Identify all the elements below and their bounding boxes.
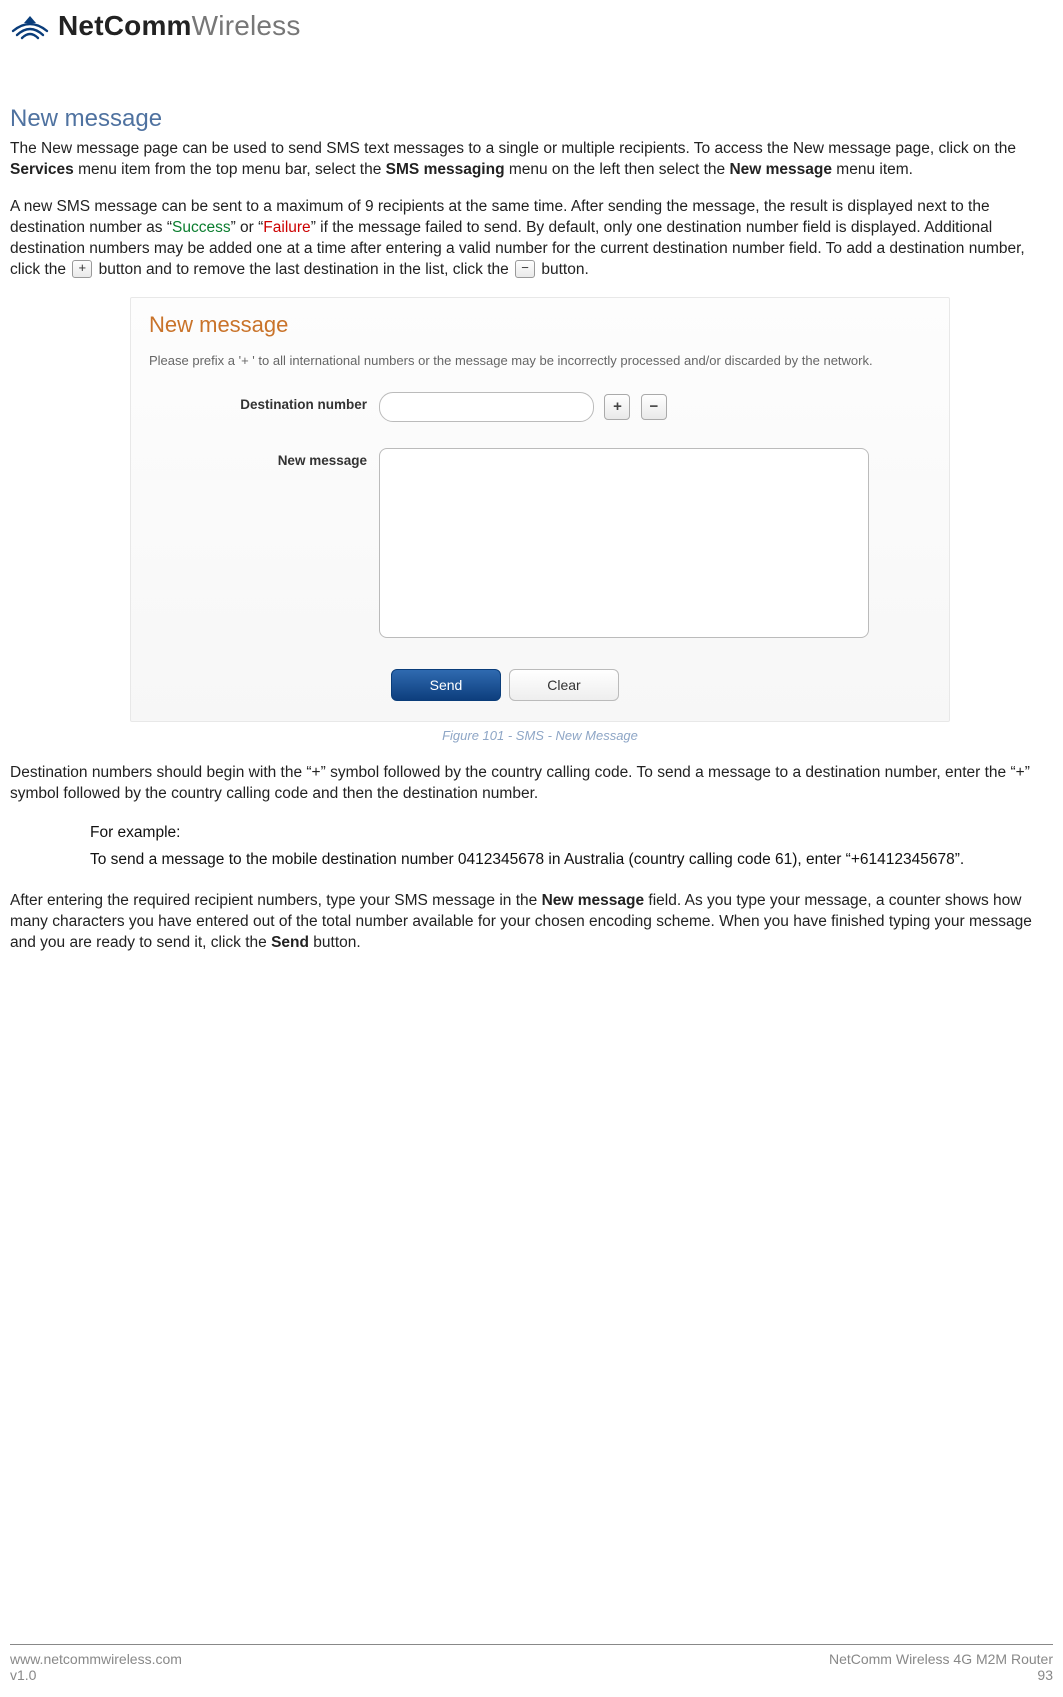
field-new-message: New message — [542, 892, 645, 909]
text: ” or “ — [231, 219, 264, 236]
message-field-group — [379, 448, 869, 643]
brand-text: NetCommWireless — [58, 10, 301, 42]
destination-label: Destination number — [149, 392, 379, 412]
footer-version: v1.0 — [10, 1667, 182, 1683]
add-destination-button[interactable]: + — [604, 394, 630, 420]
document-page: NetCommWireless New message The New mess… — [0, 0, 1063, 1697]
footer-left: www.netcommwireless.com v1.0 — [10, 1651, 182, 1683]
text: button. — [541, 261, 588, 278]
page-header: NetCommWireless — [10, 0, 1053, 50]
section-title: New message — [10, 105, 1053, 133]
figure-new-message: New message Please prefix a '+ ' to all … — [130, 297, 950, 743]
panel-note: Please prefix a '+ ' to all internationa… — [149, 352, 931, 370]
text: After entering the required recipient nu… — [10, 892, 542, 909]
paragraph-1: The New message page can be used to send… — [10, 139, 1053, 181]
menu-services: Services — [10, 161, 74, 178]
menu-new-message: New message — [729, 161, 832, 178]
panel-title: New message — [149, 312, 931, 338]
button-ref-send: Send — [271, 934, 309, 951]
wifi-icon — [10, 11, 50, 41]
panel-buttons: Send Clear — [391, 669, 931, 701]
footer-page: 93 — [1037, 1667, 1053, 1683]
status-success: Success — [172, 219, 231, 236]
footer-url: www.netcommwireless.com — [10, 1651, 182, 1667]
destination-input[interactable] — [379, 392, 594, 422]
destination-field-group: + − — [379, 392, 667, 422]
send-button[interactable]: Send — [391, 669, 501, 701]
destination-row: Destination number + − — [149, 392, 931, 422]
minus-icon: − — [515, 260, 535, 278]
paragraph-4: After entering the required recipient nu… — [10, 891, 1053, 954]
text: The New message page can be used to send… — [10, 140, 1016, 157]
brand-logo: NetCommWireless — [10, 10, 301, 42]
menu-sms-messaging: SMS messaging — [386, 161, 505, 178]
paragraph-3: Destination numbers should begin with th… — [10, 763, 1053, 805]
message-textarea[interactable] — [379, 448, 869, 638]
text: button. — [309, 934, 361, 951]
text: menu on the left then select the — [505, 161, 730, 178]
plus-icon: + — [72, 260, 92, 278]
brand-strong: NetComm — [58, 10, 192, 41]
text: menu item from the top menu bar, select … — [74, 161, 386, 178]
example-body: To send a message to the mobile destinat… — [90, 848, 1053, 871]
footer-right: NetComm Wireless 4G M2M Router 93 — [829, 1651, 1053, 1683]
status-failure: Failure — [263, 219, 310, 236]
footer-product: NetComm Wireless 4G M2M Router — [829, 1651, 1053, 1667]
example-lead: For example: — [90, 821, 1053, 844]
message-row: New message — [149, 448, 931, 643]
paragraph-2: A new SMS message can be sent to a maxim… — [10, 197, 1053, 281]
figure-caption: Figure 101 - SMS - New Message — [130, 728, 950, 743]
text: button and to remove the last destinatio… — [99, 261, 513, 278]
clear-button[interactable]: Clear — [509, 669, 619, 701]
brand-light: Wireless — [192, 10, 301, 41]
text: menu item. — [832, 161, 913, 178]
page-footer: www.netcommwireless.com v1.0 NetComm Wir… — [10, 1644, 1053, 1683]
message-label: New message — [149, 448, 379, 468]
screenshot-panel: New message Please prefix a '+ ' to all … — [130, 297, 950, 722]
remove-destination-button[interactable]: − — [641, 394, 667, 420]
